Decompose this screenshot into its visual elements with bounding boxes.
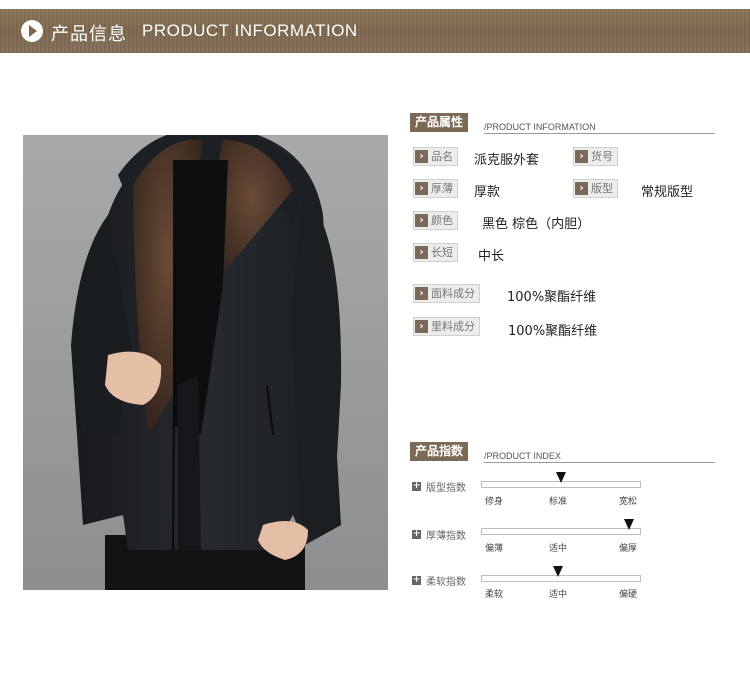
plus-icon: + bbox=[412, 575, 421, 585]
index-label-fit: + 版型指数 bbox=[412, 481, 466, 494]
index-tick: 柔软 bbox=[485, 590, 504, 600]
index-tick: 标准 bbox=[549, 497, 568, 507]
attributes-section-subtitle: /PRODUCT INFORMATION bbox=[484, 122, 596, 132]
index-tick: 偏硬 bbox=[619, 590, 638, 600]
attr-label-fit: › 版型 bbox=[573, 179, 618, 198]
attr-value-name: 派克服外套 bbox=[474, 153, 540, 168]
attr-value-fabric: 100%聚酯纤维 bbox=[507, 290, 597, 305]
index-track-thickness bbox=[481, 519, 641, 535]
index-tick: 适中 bbox=[549, 590, 568, 600]
header-banner: 产品信息 PRODUCT INFORMATION bbox=[0, 0, 750, 63]
attr-label-name: › 品名 bbox=[413, 147, 458, 166]
attr-label-fabric: › 面料成分 bbox=[413, 284, 480, 303]
index-label-softness: + 柔软指数 bbox=[412, 575, 466, 588]
arrow-icon: › bbox=[415, 287, 428, 300]
attr-label-color: › 颜色 bbox=[413, 211, 458, 230]
index-section-tag: 产品指数 bbox=[410, 442, 469, 461]
plus-icon: + bbox=[412, 481, 421, 491]
attributes-section-tag: 产品属性 bbox=[410, 113, 469, 132]
arrow-icon: › bbox=[415, 182, 428, 195]
index-track-fit bbox=[481, 472, 641, 488]
play-icon bbox=[21, 20, 43, 42]
attr-value-fit: 常规版型 bbox=[641, 185, 694, 200]
index-tick: 修身 bbox=[485, 497, 504, 507]
attr-value-color: 黑色 棕色（内胆） bbox=[482, 217, 591, 232]
banner-title-cn: 产品信息 bbox=[51, 24, 127, 45]
index-marker-fit bbox=[556, 472, 566, 483]
attr-label-sku: › 货号 bbox=[573, 147, 618, 166]
coat-illustration bbox=[23, 135, 388, 590]
banner-title-en: PRODUCT INFORMATION bbox=[142, 21, 358, 40]
plus-icon: + bbox=[412, 529, 421, 539]
index-divider bbox=[484, 462, 715, 463]
attr-value-thickness: 厚款 bbox=[474, 185, 501, 200]
arrow-icon: › bbox=[415, 214, 428, 227]
arrow-icon: › bbox=[415, 320, 428, 333]
index-tick: 偏薄 bbox=[485, 544, 504, 554]
attr-value-length: 中长 bbox=[478, 249, 505, 264]
attr-value-lining: 100%聚酯纤维 bbox=[508, 324, 598, 339]
index-label-thickness: + 厚薄指数 bbox=[412, 529, 466, 542]
index-marker-thickness bbox=[623, 519, 634, 530]
index-track-softness bbox=[481, 566, 641, 582]
index-section-subtitle: /PRODUCT INDEX bbox=[484, 451, 561, 461]
attr-label-length: › 长短 bbox=[413, 243, 458, 262]
arrow-icon: › bbox=[415, 246, 428, 259]
attr-label-thickness: › 厚薄 bbox=[413, 179, 458, 198]
index-tick: 适中 bbox=[549, 544, 568, 554]
product-photo bbox=[23, 135, 388, 590]
index-tick: 宽松 bbox=[619, 497, 638, 507]
attributes-divider bbox=[484, 133, 715, 134]
index-marker-softness bbox=[552, 566, 563, 577]
arrow-icon: › bbox=[415, 150, 428, 163]
attr-label-lining: › 里料成分 bbox=[413, 317, 480, 336]
arrow-icon: › bbox=[575, 182, 588, 195]
index-tick: 偏厚 bbox=[619, 544, 638, 554]
arrow-icon: › bbox=[575, 150, 588, 163]
